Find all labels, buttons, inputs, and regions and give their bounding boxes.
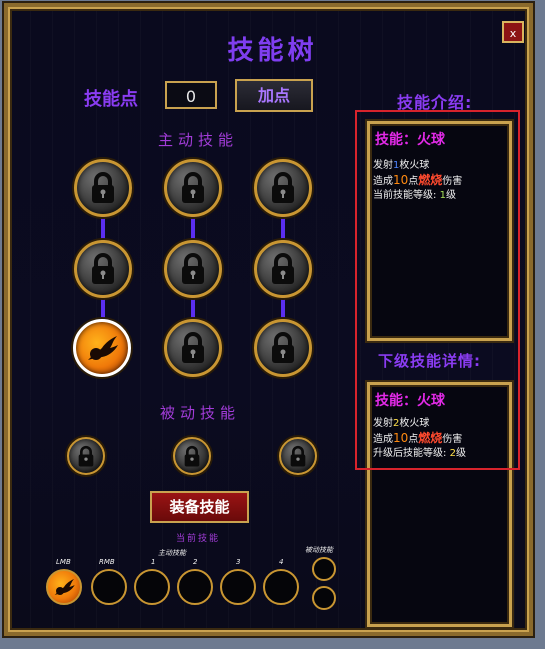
fireball-icon [54, 579, 75, 595]
lock-icon [92, 253, 114, 284]
lock-icon [182, 172, 204, 203]
lock-icon [272, 332, 294, 363]
active-skill-node-locked[interactable] [164, 159, 222, 217]
active-skill-node-locked[interactable] [74, 240, 132, 298]
slot-label-2: 2 [193, 558, 198, 566]
slot-label-rmb: RMB [99, 558, 115, 566]
slot-rmb[interactable] [91, 569, 127, 605]
window-title: 技能树 [227, 36, 318, 66]
skill-points-label: 技能点 [84, 89, 138, 110]
slot-label-3: 3 [236, 558, 241, 566]
slot-passive-2[interactable] [312, 586, 336, 610]
passive-skill-node-locked[interactable] [279, 437, 317, 475]
lock-icon [272, 172, 294, 203]
passive-skills-heading: 被动技能 [160, 404, 241, 422]
lock-icon [78, 445, 94, 466]
current-skills-label: 当前技能 [176, 534, 221, 544]
skill-info-header: 技能介绍: [397, 93, 473, 112]
lock-icon [182, 332, 204, 363]
next-line-2: 造成10点燃烧伤害 [373, 431, 463, 445]
fireball-icon [88, 336, 118, 360]
active-skill-node-locked[interactable] [254, 159, 312, 217]
active-skill-node-locked[interactable] [164, 240, 222, 298]
slot-active-1[interactable] [134, 569, 170, 605]
passive-skill-node-locked[interactable] [67, 437, 105, 475]
active-skill-node-locked[interactable] [254, 240, 312, 298]
lock-icon [184, 445, 200, 466]
active-slots-group-label: 主动技能 [158, 549, 186, 557]
passive-slots-group-label: 被动技能 [305, 546, 333, 554]
active-skill-node-fireball[interactable] [73, 319, 131, 377]
lock-icon [272, 253, 294, 284]
lock-icon [290, 445, 306, 466]
lock-icon [92, 172, 114, 203]
next-level-panel: 技能：火球 发射2枚火球 造成10点燃烧伤害 升级后技能等级: 2级 [367, 382, 512, 627]
equip-skill-button[interactable]: 装备技能 [150, 491, 249, 523]
slot-label-1: 1 [151, 558, 156, 566]
next-line-3: 升级后技能等级: 2级 [373, 448, 466, 459]
slot-active-4[interactable] [263, 569, 299, 605]
info-line-2: 造成10点燃烧伤害 [373, 173, 463, 187]
lock-icon [182, 253, 204, 284]
slot-label-lmb: LMB [56, 558, 71, 566]
passive-skill-node-locked[interactable] [173, 437, 211, 475]
slot-active-3[interactable] [220, 569, 256, 605]
skill-info-panel: 技能：火球 发射1枚火球 造成10点燃烧伤害 当前技能等级: 1级 [367, 121, 512, 341]
skill-points-value: 0 [165, 81, 217, 109]
next-line-1: 发射2枚火球 [373, 418, 430, 429]
info-line-3: 当前技能等级: 1级 [373, 190, 456, 201]
slot-passive-1[interactable] [312, 557, 336, 581]
slot-label-4: 4 [279, 558, 284, 566]
slot-active-2[interactable] [177, 569, 213, 605]
next-level-header: 下级技能详情: [378, 352, 481, 370]
active-skills-heading: 主动技能 [158, 131, 239, 149]
next-level-text: 发射2枚火球 造成10点燃烧伤害 升级后技能等级: 2级 [373, 417, 466, 461]
slot-lmb[interactable] [46, 569, 82, 605]
skill-info-title: 技能：火球 [375, 132, 445, 148]
active-skill-node-locked[interactable] [254, 319, 312, 377]
active-skill-node-locked[interactable] [164, 319, 222, 377]
active-skill-node-locked[interactable] [74, 159, 132, 217]
info-line-1: 发射1枚火球 [373, 160, 430, 171]
skill-info-text: 发射1枚火球 造成10点燃烧伤害 当前技能等级: 1级 [373, 159, 462, 203]
add-point-button[interactable]: 加点 [235, 79, 313, 112]
next-level-title: 技能：火球 [375, 393, 445, 409]
